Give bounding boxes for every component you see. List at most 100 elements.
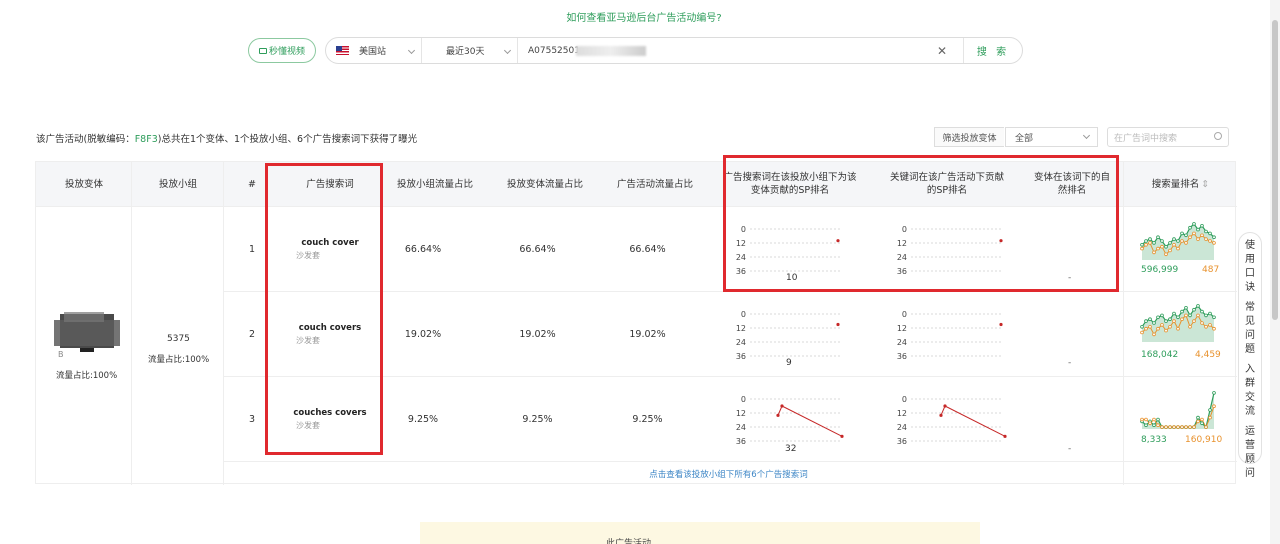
volume-point-green [1196,227,1200,232]
side-tool-faq[interactable]: 常见问题 [1244,301,1256,357]
rank-point [999,322,1003,327]
volume-point-orange [1200,417,1204,422]
organic-rank-value: - [1068,444,1072,454]
volume-point-orange [1168,425,1172,429]
volume-point-orange [1156,246,1160,251]
summary-suffix: )总共在1个变体、1个投放小组、6个广告搜索词下获得了曝光 [157,134,418,145]
clear-icon[interactable]: ✕ [937,44,947,58]
scrollbar[interactable] [1270,0,1280,544]
range-value: 最近30天 [446,47,485,57]
volume-left: 168,042 [1141,350,1179,360]
video-button-label: 秒懂视频 [268,47,305,57]
keyword-search-placeholder: 在广告词中搜索 [1114,133,1178,144]
sp-rank-value: 32 [785,444,797,454]
volume-point-green [1144,319,1148,323]
help-link[interactable]: 如何查看亚马逊后台广告活动编号? [0,9,1280,24]
volume-point-green [1184,306,1188,310]
variant-filter-value: 全部 [1015,133,1034,144]
rank-axis-tick: 36 [897,437,907,446]
volume-point-orange [1152,417,1156,422]
volume-point-green [1196,304,1200,308]
search-bar: 秒懂视频 美国站 最近30天 A07552501 ✕ 搜 索 [248,37,1023,64]
side-tool-formula[interactable]: 使用口诀 [1244,239,1256,295]
volume-left: 596,999 [1141,265,1179,275]
rank-axis-tick: 0 [741,225,746,234]
volume-point-orange [1196,313,1200,318]
volume-right: 160,910 [1185,435,1223,445]
volume-point-green [1172,311,1176,316]
volume-point-green [1212,235,1216,239]
volume-point-orange [1180,317,1184,322]
volume-point-orange [1148,421,1152,426]
volume-right: 4,459 [1195,350,1221,360]
volume-point-orange [1156,423,1160,428]
volume-point-orange [1200,233,1204,238]
range-select[interactable]: 最近30天 [422,38,518,63]
rank-axis-tick: 0 [902,225,907,234]
organic-rank-value: - [1068,358,1072,368]
volume-right: 487 [1202,265,1220,275]
volume-point-green [1184,233,1188,238]
rank-axis-tick: 12 [897,239,907,248]
sp-rank-value: 10 [786,273,798,283]
volume-point-orange [1184,313,1188,318]
volume-point-green [1204,313,1208,318]
side-tool-consultant[interactable]: 运营顾问 [1244,425,1256,481]
volume-point-green [1188,313,1192,318]
volume-point-green [1204,229,1208,234]
volume-point-orange [1176,425,1180,429]
bottom-banner [420,522,980,544]
rank-point [1003,434,1007,438]
volume-point-green [1172,237,1176,241]
keyword-search-input[interactable]: 在广告词中搜索 [1107,127,1229,147]
volume-point-orange [1188,235,1192,239]
volume-point-green [1176,315,1180,320]
video-button[interactable]: 秒懂视频 [248,38,316,63]
rank-axis-tick: 36 [897,267,907,276]
volume-point-green [1200,309,1204,314]
search-input[interactable]: A07552501 ✕ [518,38,964,63]
volume-point-orange [1212,241,1216,245]
view-all-keywords-link[interactable]: 点击查看该投放小组下所有6个广告搜索词 [36,468,1235,480]
volume-point-orange [1176,326,1180,331]
volume-point-orange [1160,244,1164,249]
rank-axis-tick: 24 [736,423,746,432]
volume-point-green [1156,235,1160,239]
search-button[interactable]: 搜 索 [964,43,1022,58]
volume-point-green [1188,225,1192,230]
volume-point-orange [1184,425,1188,429]
volume-point-orange [1196,419,1200,424]
rank-axis-tick: 0 [902,395,907,404]
volume-point-orange [1172,243,1176,247]
volume-point-orange [1192,319,1196,323]
rank-axis-tick: 24 [897,423,907,432]
scrollbar-thumb[interactable] [1272,20,1278,320]
rank-point [836,239,840,243]
volume-point-orange [1168,325,1172,329]
volume-point-green [1152,423,1156,428]
volume-point-orange [1188,425,1192,429]
volume-point-orange [1192,231,1196,236]
volume-point-green [1208,408,1212,412]
volume-point-orange [1140,417,1144,422]
rank-axis-tick: 12 [897,409,907,418]
volume-point-orange [1140,330,1144,335]
volume-left: 8,333 [1141,435,1167,445]
rank-axis-tick: 24 [897,253,907,262]
volume-point-green [1208,311,1212,316]
volume-point-green [1156,417,1160,422]
volume-point-orange [1204,325,1208,329]
volume-point-green [1168,241,1172,245]
site-select[interactable]: 美国站 [326,38,422,63]
rank-axis-tick: 36 [736,352,746,361]
volume-point-green [1164,244,1168,249]
side-tool-community[interactable]: 入群交流 [1244,363,1256,419]
volume-point-green [1148,317,1152,322]
volume-point-orange [1188,325,1192,329]
variant-filter-select[interactable]: 全部 [1005,127,1098,147]
rank-axis-tick: 36 [736,437,746,446]
volume-point-green [1180,309,1184,314]
volume-point-orange [1208,323,1212,327]
volume-point-orange [1212,326,1216,331]
volume-point-orange [1164,328,1168,333]
